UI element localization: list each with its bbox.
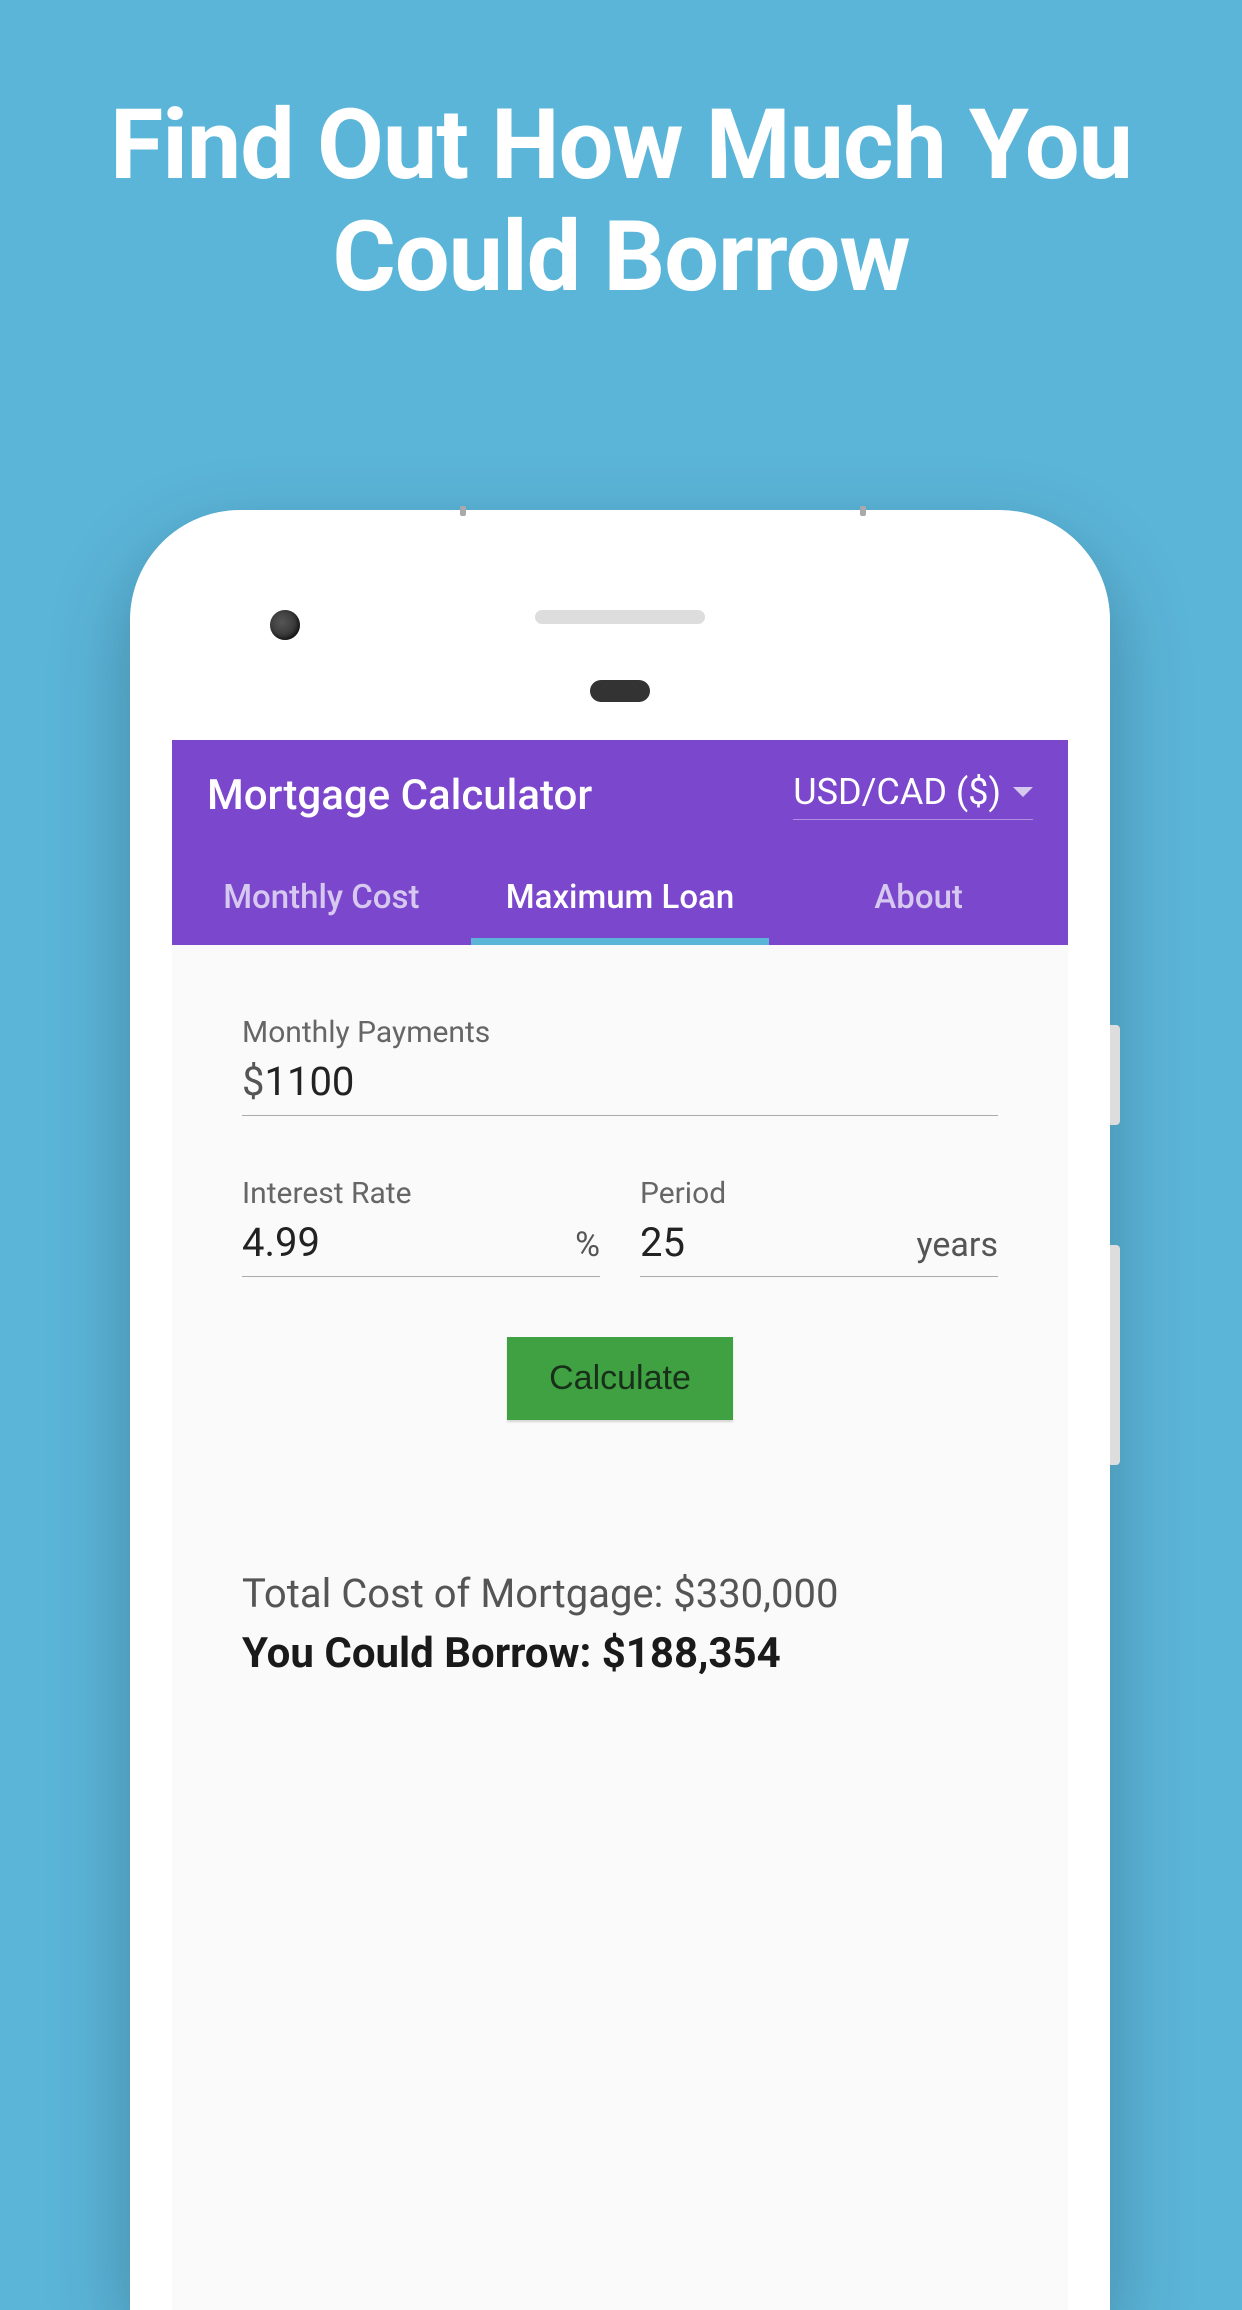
currency-selector[interactable]: USD/CAD ($) xyxy=(793,771,1033,820)
field-value-text: 25 xyxy=(640,1219,685,1266)
phone-notch xyxy=(860,506,866,516)
phone-camera xyxy=(270,610,300,640)
total-cost-result: Total Cost of Mortgage: $330,000 xyxy=(242,1570,998,1617)
app-title: Mortgage Calculator xyxy=(207,771,592,820)
tab-label: Monthly Cost xyxy=(223,878,419,917)
field-suffix: years xyxy=(917,1225,998,1265)
currency-prefix: $ xyxy=(242,1058,264,1105)
field-value-text: 4.99 xyxy=(242,1219,320,1266)
field-suffix: % xyxy=(575,1225,600,1265)
chevron-down-icon xyxy=(1013,787,1033,797)
calculate-button[interactable]: Calculate xyxy=(507,1337,733,1420)
phone-side-button xyxy=(1110,1025,1120,1125)
phone-notch xyxy=(460,506,466,516)
period-field[interactable]: Period 25 years xyxy=(640,1176,998,1277)
monthly-payments-field[interactable]: Monthly Payments $1100 xyxy=(242,1015,998,1116)
rate-period-row: Interest Rate 4.99 % Period 25 years xyxy=(242,1176,998,1277)
interest-rate-field[interactable]: Interest Rate 4.99 % xyxy=(242,1176,600,1277)
marketing-headline: Find Out How Much You Could Borrow xyxy=(0,0,1242,313)
app-bar: Mortgage Calculator USD/CAD ($) Monthly … xyxy=(172,740,1068,945)
tab-label: About xyxy=(874,878,963,917)
phone-speaker xyxy=(590,680,650,702)
field-input[interactable]: 25 years xyxy=(640,1219,998,1277)
currency-selected-label: USD/CAD ($) xyxy=(793,771,1001,813)
field-value-text: 1100 xyxy=(264,1058,354,1105)
phone-side-button xyxy=(1110,1245,1120,1465)
field-label: Interest Rate xyxy=(242,1176,600,1211)
tab-monthly-cost[interactable]: Monthly Cost xyxy=(172,850,471,945)
tab-label: Maximum Loan xyxy=(506,878,734,917)
field-label: Monthly Payments xyxy=(242,1015,998,1050)
phone-frame: Mortgage Calculator USD/CAD ($) Monthly … xyxy=(130,510,1110,2310)
tabs: Monthly Cost Maximum Loan About xyxy=(172,850,1068,945)
results: Total Cost of Mortgage: $330,000 You Cou… xyxy=(242,1570,998,1678)
tab-maximum-loan[interactable]: Maximum Loan xyxy=(471,850,770,945)
field-value: $1100 xyxy=(242,1058,354,1105)
tab-about[interactable]: About xyxy=(769,850,1068,945)
could-borrow-result: You Could Borrow: $188,354 xyxy=(242,1629,998,1678)
field-label: Period xyxy=(640,1176,998,1211)
field-input[interactable]: $1100 xyxy=(242,1058,998,1116)
phone-speaker xyxy=(535,610,705,624)
app-screen: Mortgage Calculator USD/CAD ($) Monthly … xyxy=(172,740,1068,2310)
field-input[interactable]: 4.99 % xyxy=(242,1219,600,1277)
app-bar-top: Mortgage Calculator USD/CAD ($) xyxy=(172,740,1068,850)
content: Monthly Payments $1100 Interest Rate 4.9… xyxy=(172,945,1068,1678)
